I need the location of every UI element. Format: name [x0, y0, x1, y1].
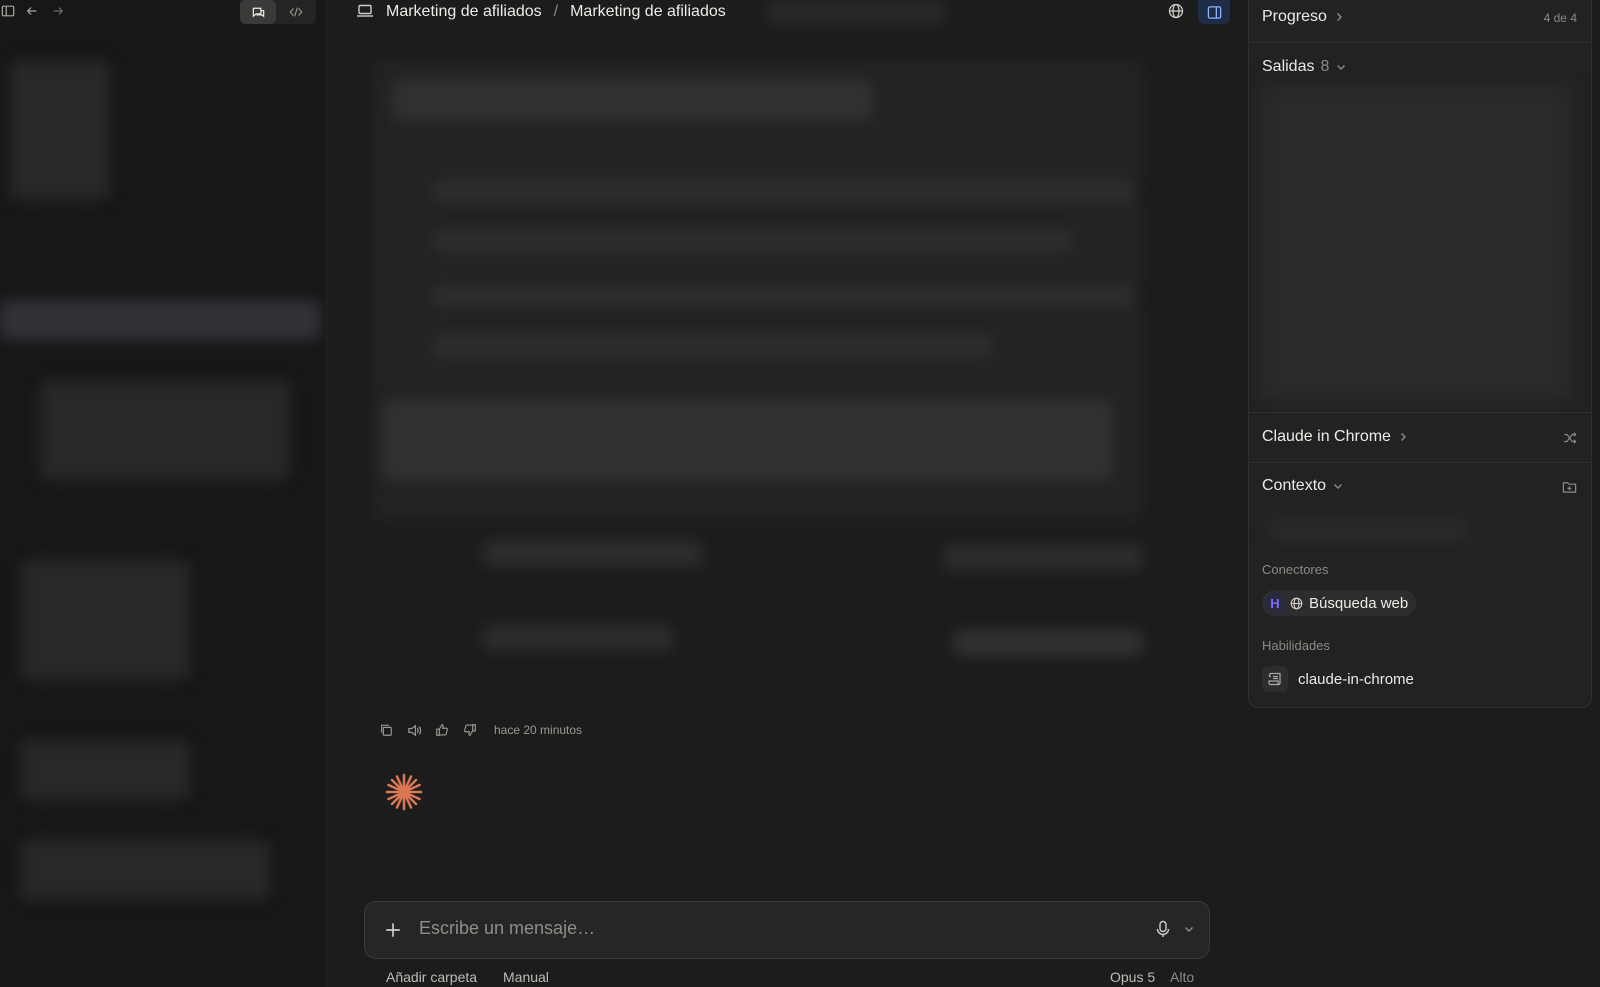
chat-icon: [252, 7, 264, 18]
context-title: Contexto: [1262, 477, 1327, 494]
composer-footer: Añadir carpeta Manual Opus 5 Alto: [386, 967, 1206, 987]
right-panel: Progreso 4 de 4 Salidas 8 Claude in Chro…: [1248, 0, 1592, 708]
panel-right-icon: [1207, 5, 1221, 19]
progress-count: 4 de 4: [1543, 11, 1577, 25]
code-icon: [289, 7, 303, 17]
globe-icon[interactable]: [1168, 3, 1184, 24]
chevron-right-icon: [1336, 13, 1342, 21]
blurred-text-line: [433, 285, 1133, 307]
chevron-right-icon: [1400, 433, 1406, 441]
progress-title: Progreso: [1262, 8, 1327, 25]
effort-selector[interactable]: Alto: [1170, 969, 1194, 985]
blurred-sidebar-content: [20, 560, 190, 680]
blurred-file-action[interactable]: [943, 544, 1143, 570]
laptop-icon: [356, 3, 374, 19]
left-sidebar: [0, 0, 327, 987]
main-area: Marketing de afiliados / Marketing de af…: [326, 0, 1248, 987]
blurred-sidebar-content: [20, 740, 190, 800]
mode-selector[interactable]: Manual: [503, 969, 549, 985]
chat-view-button[interactable]: [240, 0, 276, 24]
code-view-button[interactable]: [278, 0, 314, 24]
message-actions: hace 20 minutos: [378, 720, 582, 740]
blurred-text-line: [433, 335, 993, 357]
connector-chip[interactable]: H Búsqueda web: [1262, 590, 1417, 616]
divider: [1249, 42, 1591, 43]
connectors-label: Conectores: [1262, 562, 1329, 577]
microphone-icon[interactable]: [1155, 920, 1171, 943]
blurred-file-item[interactable]: [483, 625, 673, 651]
thumbs-up-icon[interactable]: [434, 722, 450, 738]
blurred-sidebar-content: [10, 60, 110, 200]
claude-spark-icon: [384, 772, 424, 812]
context-section-header[interactable]: Contexto: [1262, 477, 1344, 495]
outputs-count: 8: [1320, 58, 1330, 75]
breadcrumb-separator: /: [553, 3, 559, 20]
blurred-file-action[interactable]: [953, 630, 1143, 656]
blurred-context-item: [1269, 518, 1469, 542]
skill-item[interactable]: claude-in-chrome: [1262, 666, 1414, 692]
chrome-section-header[interactable]: Claude in Chrome: [1262, 428, 1409, 446]
breadcrumb-project[interactable]: Marketing de afiliados: [386, 3, 542, 21]
blurred-file-item[interactable]: [483, 540, 703, 566]
plus-icon[interactable]: [381, 918, 405, 942]
blurred-sidebar-content: [20, 840, 270, 900]
chevron-down-icon[interactable]: [1183, 922, 1195, 940]
message-composer[interactable]: Escribe un mensaje…: [364, 901, 1210, 959]
globe-icon: [1290, 597, 1303, 610]
blurred-text-line: [393, 80, 873, 120]
outputs-section-header[interactable]: Salidas 8: [1262, 58, 1347, 76]
divider: [1249, 462, 1591, 463]
blurred-message-content: [373, 60, 1161, 700]
sidebar-toolbar: [0, 0, 326, 24]
message-timestamp: hace 20 minutos: [494, 723, 583, 737]
top-bar: Marketing de afiliados / Marketing de af…: [326, 0, 1248, 26]
message-input[interactable]: Escribe un mensaje…: [419, 918, 595, 939]
chevron-down-icon: [1334, 484, 1343, 489]
copy-icon[interactable]: [378, 722, 394, 738]
skill-name: claude-in-chrome: [1298, 670, 1414, 688]
blurred-text-line: [433, 230, 1073, 252]
skills-label: Habilidades: [1262, 638, 1330, 653]
sidebar-toggle-icon[interactable]: [0, 3, 16, 19]
shuffle-icon[interactable]: [1563, 431, 1577, 450]
speaker-icon[interactable]: [406, 722, 422, 738]
outputs-title: Salidas: [1262, 58, 1315, 75]
view-mode-toggle: [240, 0, 316, 24]
model-selector[interactable]: Opus 5: [1110, 969, 1155, 985]
blurred-sidebar-content: [40, 380, 290, 480]
blurred-header-content: [766, 0, 946, 26]
add-folder-button[interactable]: Añadir carpeta: [386, 969, 477, 985]
connector-name: Búsqueda web: [1309, 594, 1409, 612]
folder-add-icon[interactable]: [1562, 480, 1577, 499]
connector-logo-icon: H: [1264, 592, 1286, 614]
toggle-right-panel-button[interactable]: [1198, 0, 1230, 24]
blurred-outputs-list: [1261, 86, 1571, 400]
arrow-right-icon[interactable]: [50, 3, 66, 19]
progress-section-header[interactable]: Progreso: [1262, 8, 1345, 26]
blurred-text-block: [383, 400, 1113, 480]
breadcrumb-current: Marketing de afiliados: [570, 3, 726, 20]
chrome-title: Claude in Chrome: [1262, 428, 1391, 445]
divider: [1249, 412, 1591, 413]
blurred-selected-item[interactable]: [0, 300, 320, 340]
blurred-text-line: [433, 180, 1133, 202]
scroll-icon: [1262, 666, 1288, 692]
chevron-down-icon: [1337, 65, 1346, 70]
breadcrumb: Marketing de afiliados / Marketing de af…: [386, 0, 726, 24]
thumbs-down-icon[interactable]: [462, 722, 478, 738]
arrow-left-icon[interactable]: [24, 3, 40, 19]
